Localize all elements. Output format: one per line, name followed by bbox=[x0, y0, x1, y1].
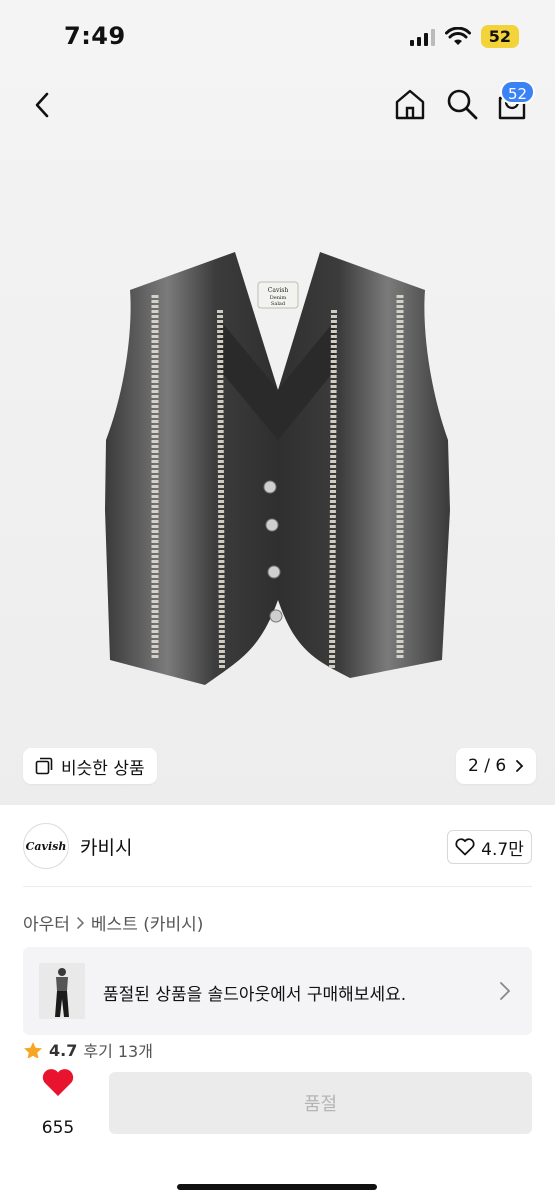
search-icon[interactable] bbox=[444, 86, 480, 122]
brand-name[interactable]: 카비시 bbox=[80, 833, 132, 860]
star-icon bbox=[24, 1041, 42, 1059]
vest-tag-line1: Cavish bbox=[268, 287, 289, 294]
wishlist-count: 655 bbox=[41, 1118, 75, 1138]
brand-row: Cavish 카비시 4.7만 bbox=[0, 820, 555, 872]
similar-products-button[interactable]: 비슷한 상품 bbox=[23, 748, 157, 784]
image-pager[interactable]: 2 / 6 bbox=[456, 748, 537, 784]
product-image-area[interactable]: 7:49 52 52 Cavish Denim Salad 비슷한 상품 2 /… bbox=[0, 0, 555, 805]
image-pager-label: 2 / 6 bbox=[468, 756, 507, 776]
similar-products-label: 비슷한 상품 bbox=[61, 758, 145, 779]
banner-thumbnail bbox=[39, 963, 85, 1019]
status-bar: 7:49 52 bbox=[0, 0, 555, 70]
wishlist-button[interactable]: 655 bbox=[30, 1068, 86, 1138]
copy-icon bbox=[35, 757, 53, 775]
chevron-right-icon bbox=[500, 982, 511, 1000]
cellular-signal-icon bbox=[409, 28, 435, 46]
heart-outline-icon bbox=[455, 838, 475, 856]
bottom-action-bar: 655 품절 bbox=[0, 1058, 555, 1200]
breadcrumb-category[interactable]: 아우터 bbox=[23, 910, 70, 935]
soldout-banner[interactable]: 품절된 상품을 솔드아웃에서 구매해보세요. bbox=[23, 947, 532, 1035]
brand-logo[interactable]: Cavish bbox=[23, 823, 69, 869]
product-detail-page: 7:49 52 52 Cavish Denim Salad 비슷한 상품 2 /… bbox=[0, 0, 555, 1200]
vest-tag-line3: Salad bbox=[271, 301, 286, 307]
banner-text: 품절된 상품을 솔드아웃에서 구매해보세요. bbox=[103, 985, 407, 1005]
soldout-button[interactable]: 품절 bbox=[109, 1072, 532, 1134]
chevron-right-icon bbox=[516, 760, 524, 772]
status-time: 7:49 bbox=[64, 22, 126, 50]
heart-filled-icon bbox=[42, 1069, 74, 1096]
battery-indicator: 52 bbox=[480, 25, 519, 48]
product-image[interactable]: Cavish Denim Salad bbox=[100, 240, 455, 695]
home-indicator bbox=[177, 1184, 377, 1190]
brand-like-button[interactable]: 4.7만 bbox=[447, 830, 532, 864]
back-arrow-icon[interactable] bbox=[28, 88, 58, 122]
wifi-icon bbox=[444, 26, 471, 45]
breadcrumb-subcategory[interactable]: 베스트 (카비시) bbox=[91, 910, 204, 935]
top-nav: 52 bbox=[0, 80, 555, 130]
cart-count-badge: 52 bbox=[500, 80, 536, 104]
chevron-right-icon bbox=[77, 916, 85, 929]
rating-value: 4.7 bbox=[49, 1040, 78, 1060]
breadcrumb: 아우터 베스트 (카비시) bbox=[23, 910, 203, 935]
brand-like-count: 4.7만 bbox=[481, 839, 524, 860]
divider bbox=[23, 886, 532, 887]
home-icon[interactable] bbox=[392, 86, 428, 122]
status-indicators: 52 bbox=[409, 25, 519, 48]
